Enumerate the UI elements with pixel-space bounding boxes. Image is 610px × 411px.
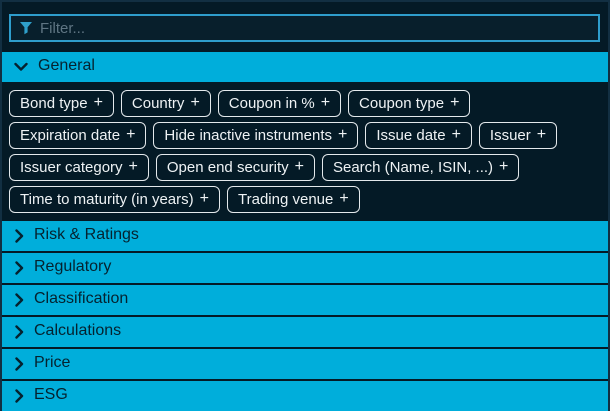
- filter-panel: General Bond type + Country + Coupon in % +…: [0, 0, 610, 411]
- section-label: Classification: [34, 290, 128, 308]
- section-header-calculations[interactable]: Calculations: [2, 317, 608, 347]
- section-header-esg[interactable]: ESG: [2, 381, 608, 411]
- general-chips-container: Bond type + Country + Coupon in % + Coupon …: [2, 82, 608, 219]
- chevron-right-icon: [14, 229, 24, 243]
- filter-chip-coupon-in-percent[interactable]: Coupon in % +: [218, 90, 341, 117]
- chip-label: Coupon type: [359, 95, 444, 112]
- filter-chip-open-end-security[interactable]: Open end security +: [156, 154, 315, 181]
- add-icon: +: [499, 158, 508, 176]
- filter-chip-search-name-isin[interactable]: Search (Name, ISIN, ...) +: [322, 154, 519, 181]
- filter-chip-bond-type[interactable]: Bond type +: [9, 90, 114, 117]
- chip-label: Issuer category: [20, 159, 123, 176]
- section-header-price[interactable]: Price: [2, 349, 608, 379]
- chip-label: Search (Name, ISIN, ...): [333, 159, 493, 176]
- chip-label: Issue date: [376, 127, 445, 144]
- filter-search-input[interactable]: [40, 20, 590, 37]
- add-icon: +: [338, 126, 347, 144]
- add-icon: +: [126, 126, 135, 144]
- chevron-right-icon: [14, 389, 24, 403]
- add-icon: +: [452, 126, 461, 144]
- section-label: Calculations: [34, 322, 121, 340]
- add-icon: +: [537, 126, 546, 144]
- chevron-right-icon: [14, 357, 24, 371]
- chevron-right-icon: [14, 325, 24, 339]
- add-icon: +: [190, 94, 199, 112]
- filter-chip-hide-inactive-instruments[interactable]: Hide inactive instruments +: [153, 122, 358, 149]
- filter-chip-time-to-maturity[interactable]: Time to maturity (in years) +: [9, 186, 220, 213]
- add-icon: +: [339, 190, 348, 208]
- chip-label: Trading venue: [238, 191, 333, 208]
- section-label: ESG: [34, 386, 68, 404]
- chip-label: Coupon in %: [229, 95, 315, 112]
- chip-label: Expiration date: [20, 127, 120, 144]
- chip-label: Country: [132, 95, 185, 112]
- chevron-right-icon: [14, 293, 24, 307]
- section-header-risk-ratings[interactable]: Risk & Ratings: [2, 221, 608, 251]
- add-icon: +: [295, 158, 304, 176]
- section-header-regulatory[interactable]: Regulatory: [2, 253, 608, 283]
- filter-chip-coupon-type[interactable]: Coupon type +: [348, 90, 470, 117]
- filter-funnel-icon: [19, 21, 33, 35]
- section-label: General: [38, 57, 95, 75]
- chip-label: Issuer: [490, 127, 531, 144]
- filter-chip-country[interactable]: Country +: [121, 90, 211, 117]
- section-header-general[interactable]: General: [2, 52, 608, 82]
- filter-chip-trading-venue[interactable]: Trading venue +: [227, 186, 360, 213]
- section-header-classification[interactable]: Classification: [2, 285, 608, 315]
- filter-chip-expiration-date[interactable]: Expiration date +: [9, 122, 146, 149]
- chip-label: Time to maturity (in years): [20, 191, 194, 208]
- filter-chip-issuer[interactable]: Issuer +: [479, 122, 557, 149]
- add-icon: +: [450, 94, 459, 112]
- add-icon: +: [94, 94, 103, 112]
- chip-label: Hide inactive instruments: [164, 127, 332, 144]
- filter-chip-issue-date[interactable]: Issue date +: [365, 122, 472, 149]
- section-label: Price: [34, 354, 70, 372]
- section-label: Risk & Ratings: [34, 226, 139, 244]
- filter-input-container: [9, 14, 600, 42]
- add-icon: +: [200, 190, 209, 208]
- add-icon: +: [129, 158, 138, 176]
- chevron-down-icon: [14, 62, 28, 72]
- chevron-right-icon: [14, 261, 24, 275]
- chip-label: Bond type: [20, 95, 88, 112]
- section-label: Regulatory: [34, 258, 111, 276]
- chip-label: Open end security: [167, 159, 289, 176]
- filter-chip-issuer-category[interactable]: Issuer category +: [9, 154, 149, 181]
- add-icon: +: [321, 94, 330, 112]
